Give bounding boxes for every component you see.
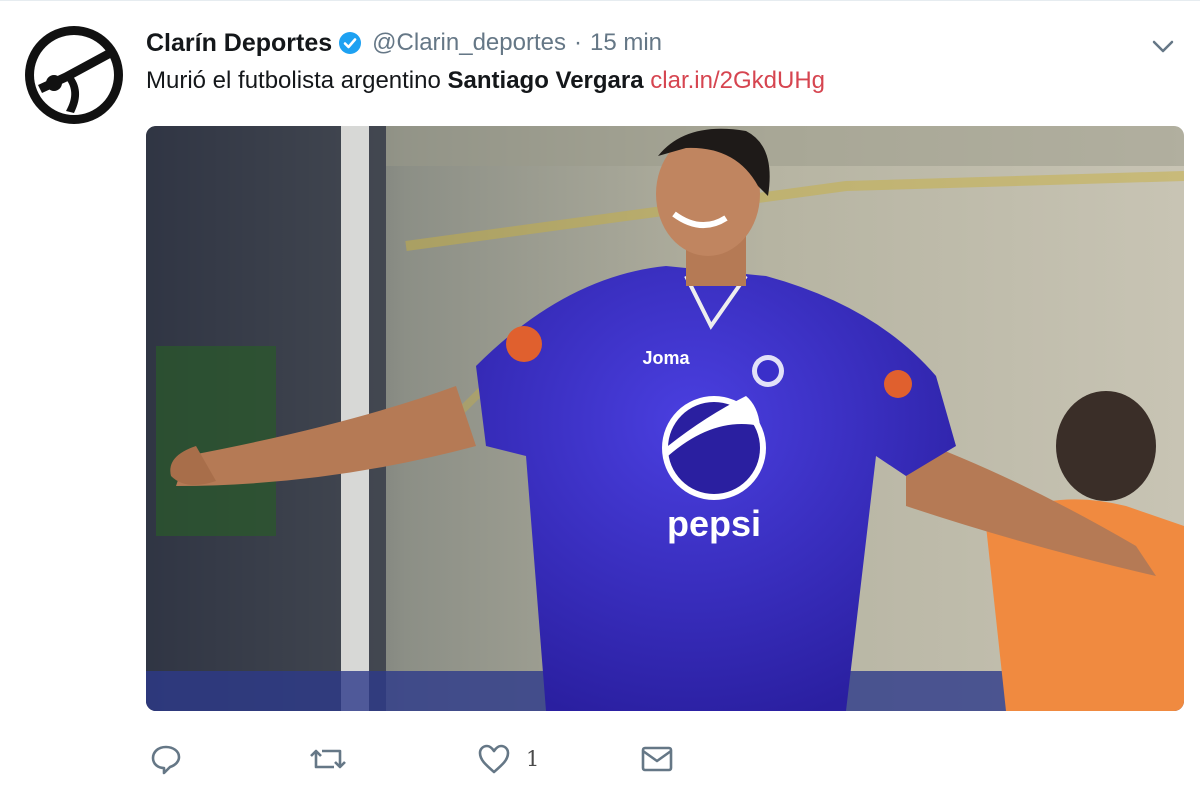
- jersey-sponsor-text: pepsi: [667, 503, 761, 544]
- separator-dot: ·: [573, 29, 582, 56]
- retweet-button[interactable]: [308, 736, 348, 782]
- clarin-logo-icon: [25, 26, 123, 124]
- user-handle[interactable]: @Clarin_deportes: [372, 29, 566, 57]
- direct-message-button[interactable]: [639, 736, 675, 782]
- tweet-card: Clarín Deportes @Clarin_deportes · 15 mi…: [0, 0, 1200, 798]
- avatar[interactable]: [24, 25, 124, 125]
- tweet-text-name: Santiago Vergara: [447, 67, 644, 94]
- tweet-header: Clarín Deportes @Clarin_deportes · 15 mi…: [146, 23, 662, 63]
- football-player-photo: pepsi Joma: [146, 126, 1184, 711]
- reply-button[interactable]: [148, 736, 184, 782]
- tweet-text: Murió el futbolista argentino Santiago V…: [146, 67, 825, 95]
- chevron-down-icon[interactable]: [1148, 31, 1178, 61]
- tweet-text-prefix: Murió el futbolista argentino: [146, 67, 441, 94]
- tweet-link[interactable]: clar.in/2GkdUHg: [650, 67, 825, 94]
- retweet-icon: [310, 749, 346, 769]
- reply-icon: [151, 745, 181, 775]
- tweet-photo[interactable]: pepsi Joma: [146, 126, 1184, 711]
- like-count: 1: [526, 747, 540, 771]
- verified-badge-icon: [338, 31, 362, 55]
- envelope-icon: [641, 746, 673, 772]
- heart-icon: [478, 744, 510, 774]
- jersey-brand-text: Joma: [642, 348, 690, 368]
- like-button[interactable]: 1: [476, 736, 539, 782]
- display-name[interactable]: Clarín Deportes: [146, 29, 332, 58]
- timestamp[interactable]: 15 min: [590, 29, 662, 57]
- tweet-actions: 1: [146, 736, 706, 782]
